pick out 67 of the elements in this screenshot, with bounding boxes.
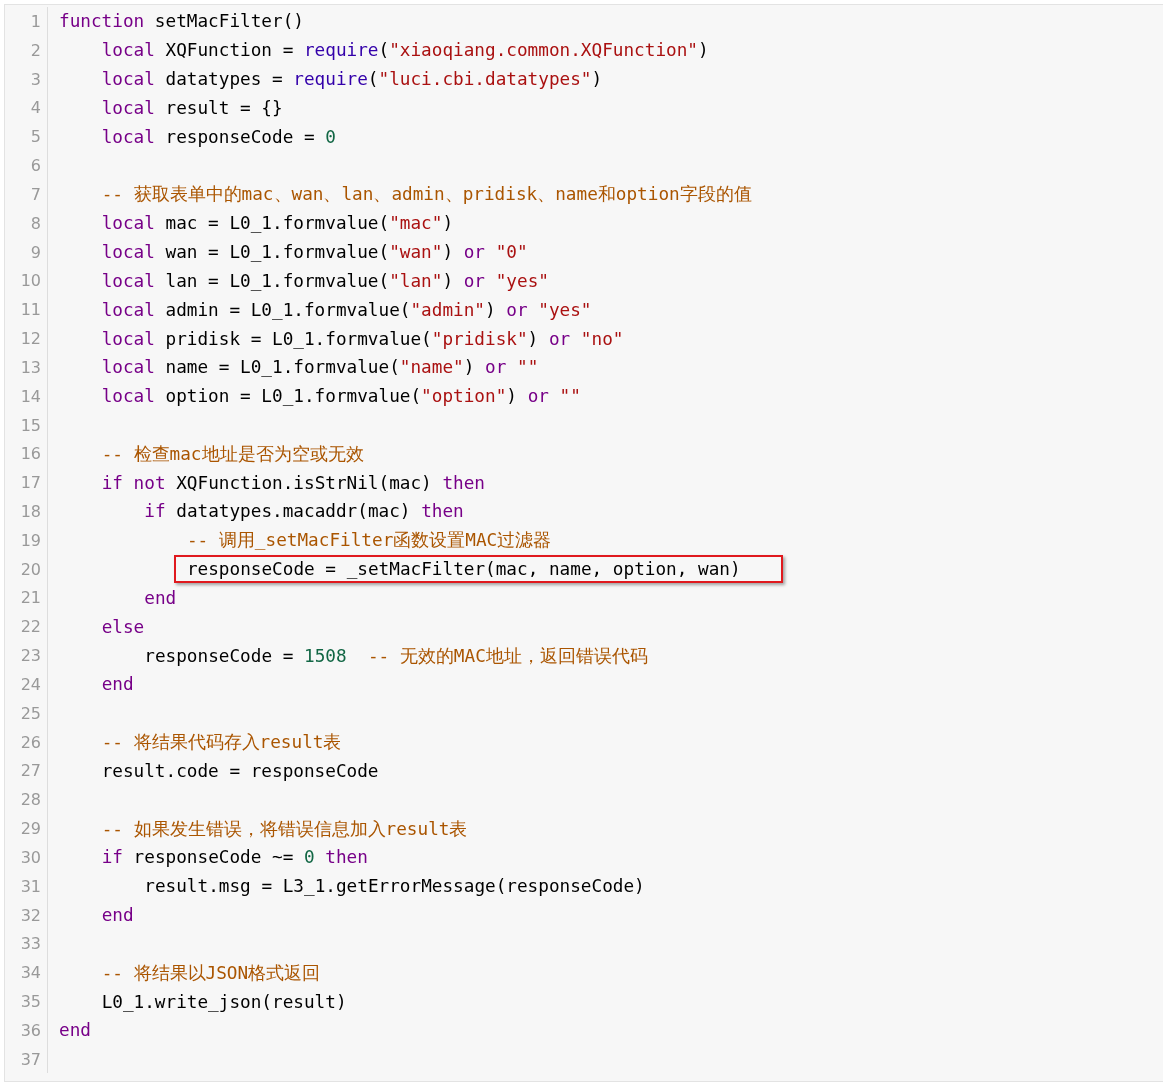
line-number: 33	[20, 934, 41, 954]
code-line: local datatypes = require("luci.cbi.datatypes")	[101, 69, 603, 90]
code-line: local admin = L0_1.formvalue("admin") or "yes"	[101, 299, 592, 320]
line-number: 17	[20, 473, 41, 493]
code-line: if responseCode ~= 0 then	[101, 847, 368, 868]
line-number: 35	[20, 992, 41, 1012]
line-number: 21	[20, 588, 41, 608]
line-number: 23	[20, 646, 41, 666]
code-line: responseCode = 1508 -- 无效的MAC地址，返回错误代码	[144, 644, 648, 668]
code-line: -- 如果发生错误，将错误信息加入result表	[101, 817, 468, 841]
code-line: end	[59, 1020, 91, 1041]
code-line: if not XQFunction.isStrNil(mac) then	[101, 472, 486, 493]
line-number: 6	[30, 156, 41, 176]
code-line: local pridisk = L0_1.formvalue("pridisk") or "no"	[101, 328, 624, 349]
code-line: local wan = L0_1.formvalue("wan") or "0"	[101, 242, 528, 263]
line-number: 30	[20, 847, 41, 867]
line-number: 27	[20, 761, 41, 781]
code-line: else	[101, 616, 145, 637]
code-line: local XQFunction = require("xiaoqiang.common.XQFunction")	[101, 40, 709, 61]
line-number: 13	[20, 357, 41, 377]
code-line: local option = L0_1.formvalue("option") or ""	[101, 386, 581, 407]
code-line: if datatypes.macaddr(mac) then	[144, 501, 464, 522]
code-line: -- 检查mac地址是否为空或无效	[101, 442, 364, 466]
line-number: 8	[30, 213, 41, 233]
line-number: 5	[30, 127, 41, 147]
line-number: 14	[20, 386, 41, 406]
line-number: 4	[30, 98, 41, 118]
code-line: result.code = responseCode	[101, 760, 379, 781]
code-line: -- 将结果代码存入result表	[101, 731, 342, 755]
code-line: -- 获取表单中的mac、wan、lan、admin、pridisk、name和option字段的值	[101, 183, 752, 207]
line-number: 15	[20, 415, 41, 435]
line-number: 36	[20, 1020, 41, 1040]
line-number: 34	[20, 963, 41, 983]
line-number: 7	[30, 184, 41, 204]
code-line: local result = {}	[101, 97, 283, 118]
line-number: 26	[20, 732, 41, 752]
line-number: 28	[20, 790, 41, 810]
line-number: 24	[20, 674, 41, 694]
line-number: 11	[20, 300, 41, 320]
code-line: local name = L0_1.formvalue("name") or ""	[101, 357, 539, 378]
code-line: L0_1.write_json(result)	[101, 991, 347, 1012]
line-number: 22	[20, 617, 41, 637]
line-number: 12	[20, 329, 41, 348]
line-number: 32	[20, 905, 41, 925]
code-line: local lan = L0_1.formvalue("lan") or "yes"	[101, 270, 549, 291]
code-line: result.msg = L3_1.getErrorMessage(responseCode)	[144, 876, 645, 897]
line-number: 10	[20, 271, 41, 291]
line-number: 25	[20, 703, 41, 723]
code-line: -- 调用_setMacFilter函数设置MAC过滤器	[186, 529, 552, 553]
line-number: 29	[20, 819, 41, 839]
line-number: 37	[20, 1049, 41, 1069]
code-line: end	[101, 674, 134, 695]
line-number: 31	[20, 876, 41, 896]
code-line: end	[144, 587, 177, 608]
line-number: 20	[20, 559, 41, 579]
line-number: 18	[20, 502, 41, 521]
code-line: function setMacFilter()	[59, 11, 304, 32]
code-line: local responseCode = 0	[101, 126, 336, 147]
code-line: end	[101, 905, 134, 926]
line-number: 2	[30, 40, 41, 60]
line-number: 3	[30, 69, 41, 89]
line-number: 19	[20, 530, 41, 550]
line-number: 1	[30, 11, 41, 31]
line-number: 16	[20, 444, 41, 464]
code-line: -- 将结果以JSON格式返回	[101, 961, 321, 985]
line-number: 9	[30, 242, 41, 262]
code-line: local mac = L0_1.formvalue("mac")	[101, 213, 454, 234]
